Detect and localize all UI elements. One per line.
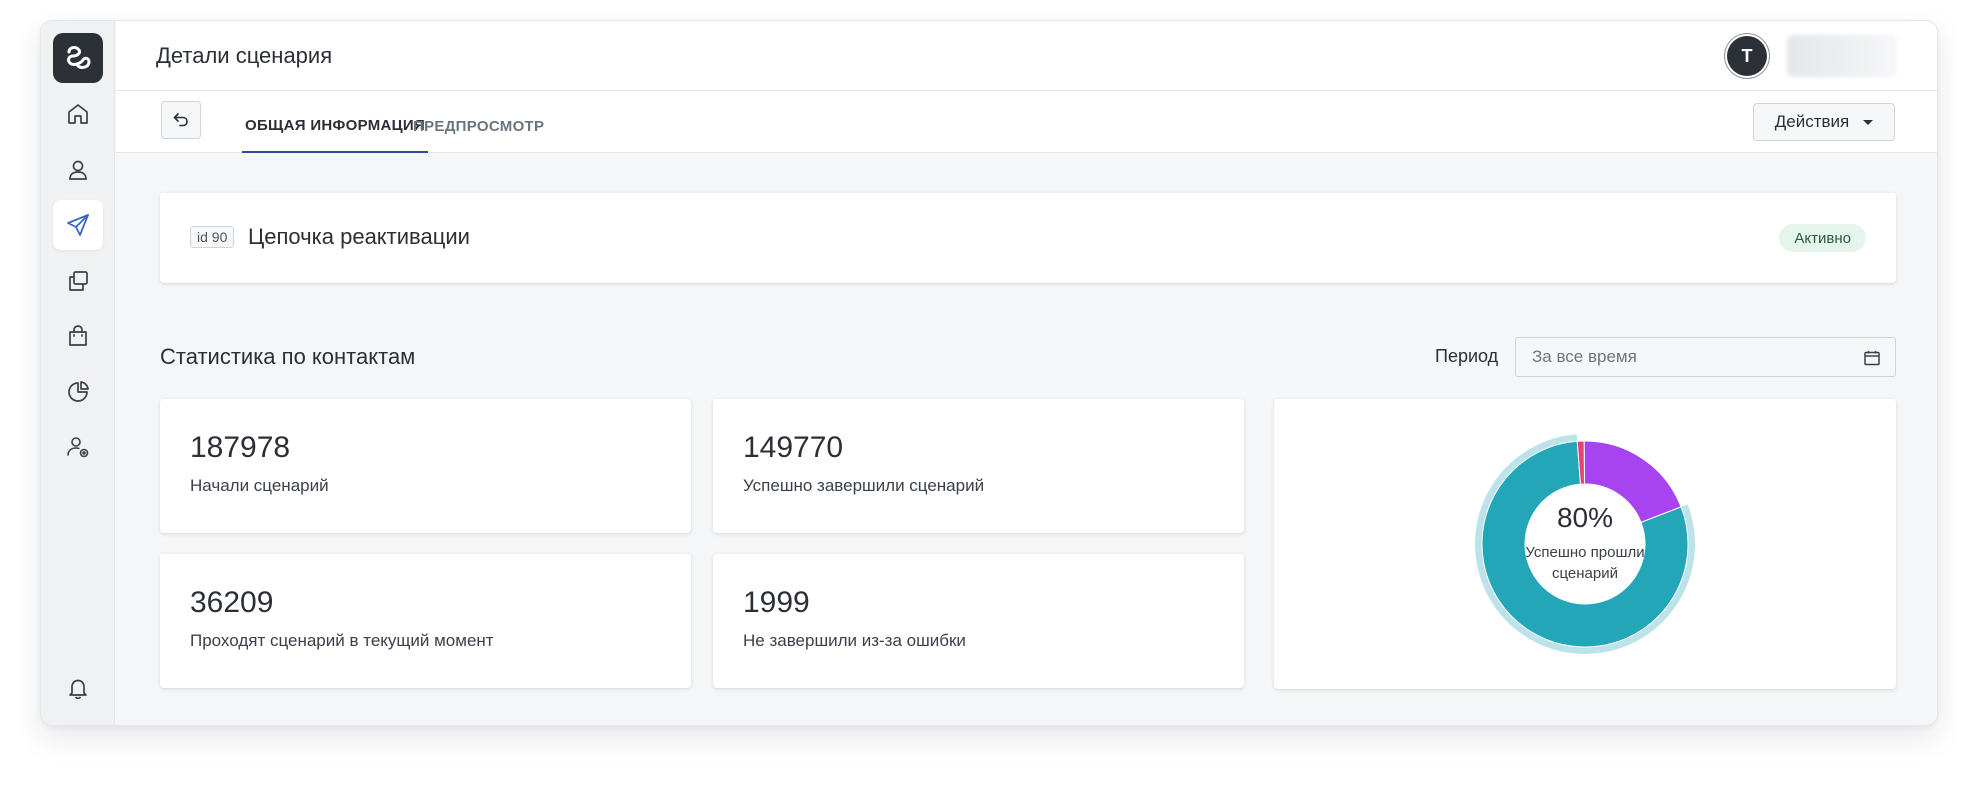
back-button[interactable] [161, 101, 201, 139]
avatar-initial: T [1741, 45, 1753, 66]
stat-label: Не завершили из-за ошибки [743, 631, 966, 650]
sidebar-item-templates[interactable] [53, 256, 103, 306]
stat-label: Проходят сценарий в текущий момент [190, 631, 494, 650]
period-label: Период [1435, 346, 1499, 366]
caret-down-icon [1863, 119, 1874, 125]
send-icon [67, 214, 89, 236]
sidebar-item-home[interactable] [53, 89, 103, 139]
sidebar-item-notifications[interactable] [53, 663, 103, 713]
chart-center-value: 80% [1557, 502, 1613, 533]
actions-label: Действия [1774, 112, 1850, 131]
bag-icon [69, 325, 87, 346]
user-icon [69, 160, 87, 180]
sidebar-item-products[interactable] [53, 311, 103, 361]
bell-icon [69, 679, 87, 700]
sidebar-item-scenarios[interactable] [53, 200, 103, 250]
chart-center-label-line2: сценарий [1552, 565, 1618, 582]
calendar-icon[interactable] [1863, 349, 1881, 367]
top-header: Детали сценария T [116, 21, 1937, 91]
stat-card-in-progress: 36209 Проходят сценарий в текущий момент [160, 554, 691, 688]
stat-value: 36209 [190, 586, 274, 619]
username-redacted[interactable] [1787, 35, 1897, 77]
chart-center-label-line1: Успешно прошли [1525, 544, 1644, 561]
scenario-name: Цепочка реактивации [248, 224, 470, 249]
period-input[interactable] [1516, 338, 1895, 376]
app-logo[interactable] [53, 33, 103, 83]
sidebar-item-contacts[interactable] [53, 145, 103, 195]
pie-chart-icon [68, 381, 89, 402]
scenario-card: id 90 Цепочка реактивации Активно [160, 193, 1896, 283]
avatar[interactable]: T [1727, 36, 1767, 76]
scenario-id-badge: id 90 [190, 226, 235, 248]
stat-card-failed: 1999 Не завершили из-за ошибки [713, 554, 1244, 688]
actions-dropdown-button[interactable]: Действия [1753, 103, 1895, 141]
copy-icon [69, 271, 88, 291]
page-title: Детали сценария [156, 43, 333, 68]
stat-value: 1999 [743, 586, 810, 619]
user-settings-icon [67, 437, 89, 458]
tab-preview[interactable]: ПРЕДПРОСМОТР [410, 91, 547, 153]
sidebar-item-user-settings[interactable] [53, 422, 103, 472]
app-window: Детали сценария T ОБЩАЯ ИНФОРМАЦИЯ ПРЕДП… [40, 20, 1938, 726]
logo-icon [67, 46, 91, 69]
home-icon [68, 104, 88, 124]
stat-label: Начали сценарий [190, 476, 329, 495]
stat-value: 149770 [743, 431, 844, 464]
donut-chart: 80% Успешно прошли сценарий [1475, 434, 1695, 654]
chart-card: 80% Успешно прошли сценарий [1274, 399, 1896, 689]
sidebar [41, 21, 115, 725]
sidebar-item-analytics[interactable] [53, 367, 103, 417]
stat-label: Успешно завершили сценарий [743, 476, 985, 495]
tab-general-info[interactable]: ОБЩАЯ ИНФОРМАЦИЯ [242, 91, 429, 153]
stat-card-started: 187978 Начали сценарий [160, 399, 691, 533]
tab-bar: ОБЩАЯ ИНФОРМАЦИЯ ПРЕДПРОСМОТР Действия [116, 91, 1937, 153]
status-badge: Активно [1779, 224, 1866, 252]
undo-arrow-icon [173, 113, 188, 127]
section-title: Статистика по контактам [160, 344, 416, 369]
stat-value: 187978 [190, 431, 291, 464]
stat-card-completed: 149770 Успешно завершили сценарий [713, 399, 1244, 533]
period-field[interactable] [1515, 337, 1896, 377]
